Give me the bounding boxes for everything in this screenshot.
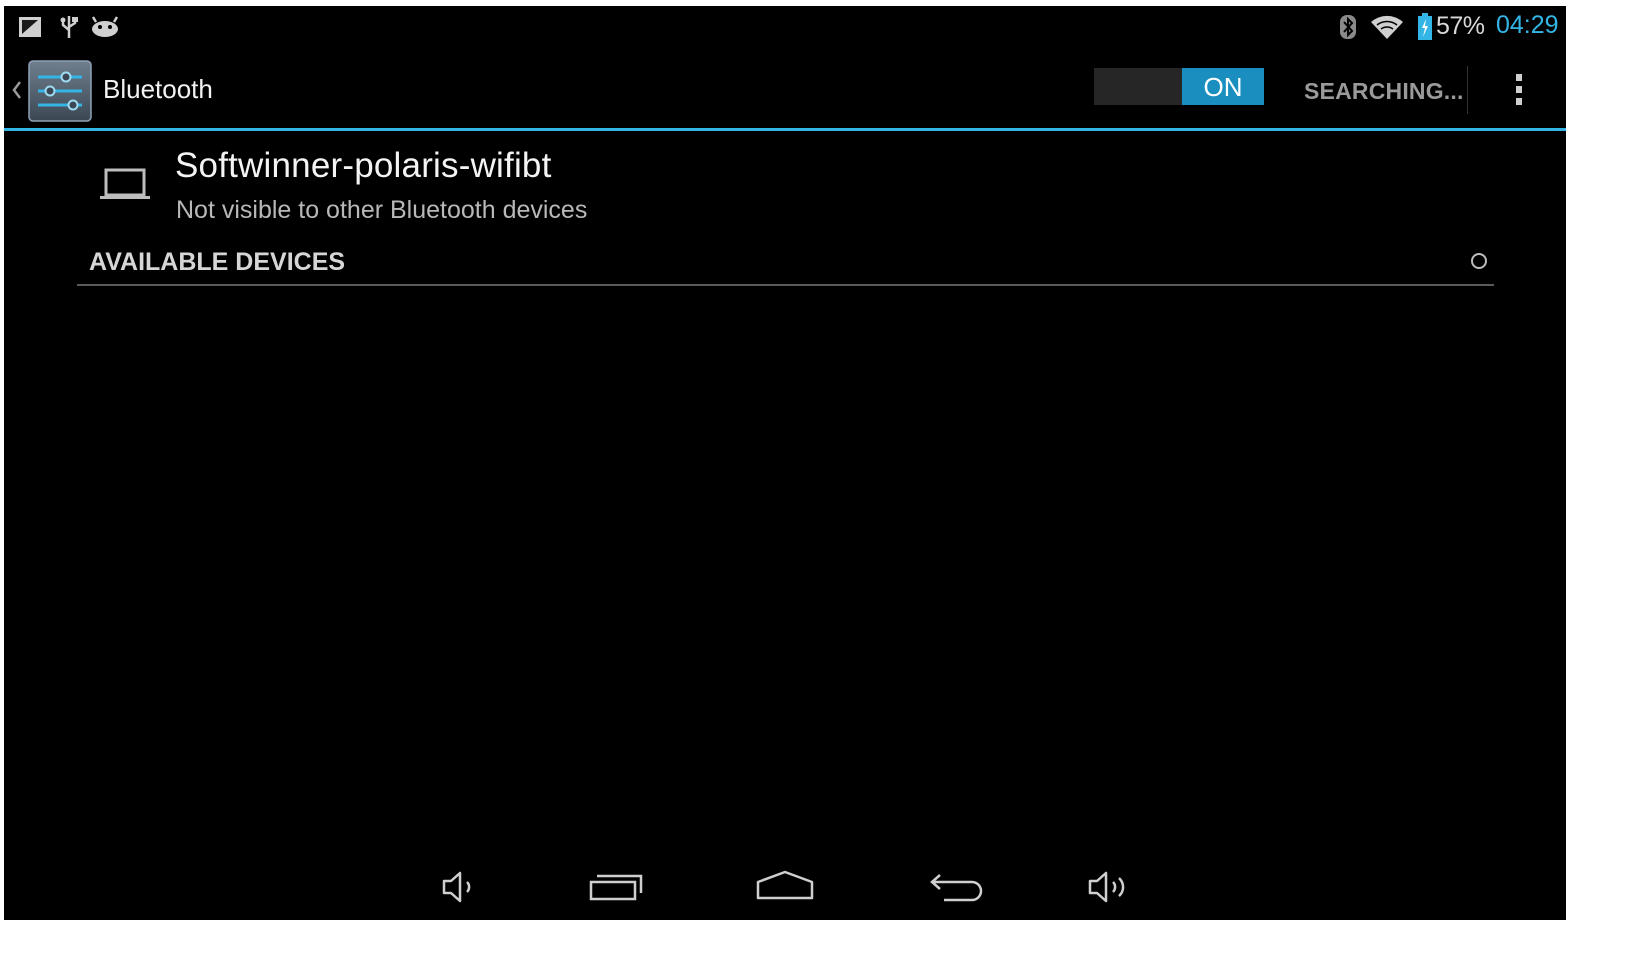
home-icon[interactable]: [754, 864, 816, 910]
device-visibility: Not visible to other Bluetooth devices: [176, 196, 588, 224]
spinner-icon: [1471, 253, 1487, 269]
bluetooth-toggle[interactable]: ON: [1094, 68, 1264, 105]
overflow-menu-icon[interactable]: [1512, 72, 1526, 112]
bluetooth-icon: [1340, 15, 1356, 39]
action-bar: Bluetooth ON SEARCHING...: [4, 50, 1566, 128]
toggle-on-label: ON: [1182, 68, 1264, 105]
battery-percent: 57%: [1436, 12, 1485, 40]
laptop-icon: [100, 168, 150, 199]
navigation-bar: [4, 846, 1566, 920]
action-bar-divider: [4, 128, 1566, 131]
clock: 04:29: [1496, 11, 1559, 39]
page-title: Bluetooth: [103, 74, 213, 104]
available-devices-header: AVAILABLE DEVICES: [89, 248, 346, 276]
android-debug-icon: [91, 16, 119, 37]
local-device-row[interactable]: Softwinner-polaris-wifibt Not visible to…: [4, 136, 1566, 236]
device-name: Softwinner-polaris-wifibt: [175, 146, 552, 185]
up-caret-icon[interactable]: [9, 78, 23, 102]
section-divider: [77, 284, 1494, 286]
screenshot-icon: [19, 17, 41, 37]
wifi-icon: [1371, 15, 1403, 40]
action-separator: [1467, 66, 1468, 114]
settings-icon[interactable]: [28, 60, 92, 122]
battery-icon: [1418, 13, 1432, 40]
back-icon[interactable]: [928, 864, 984, 910]
search-status[interactable]: SEARCHING...: [1304, 78, 1464, 105]
recent-apps-icon[interactable]: [587, 864, 647, 910]
volume-up-icon[interactable]: [1084, 864, 1134, 910]
status-bar: 57% 04:29: [4, 6, 1566, 46]
volume-down-icon[interactable]: [438, 864, 480, 910]
screen: 57% 04:29 Bluetooth ON SEARCHING... Soft…: [4, 6, 1566, 920]
usb-icon: [60, 16, 78, 38]
